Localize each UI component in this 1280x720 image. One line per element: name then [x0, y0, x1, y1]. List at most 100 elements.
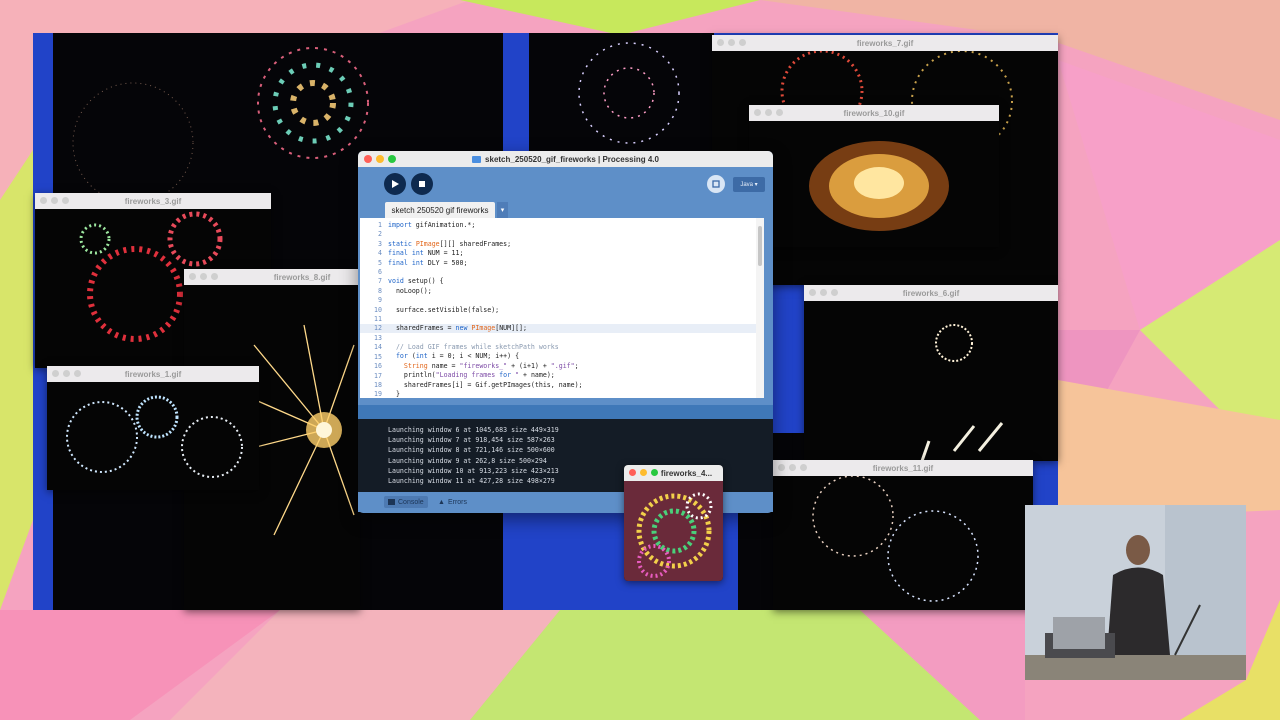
console-line: Launching window 8 at 721,146 size 500×6…	[388, 446, 555, 455]
window-controls[interactable]	[629, 469, 658, 476]
gif-content	[749, 121, 999, 247]
close-button[interactable]	[629, 469, 636, 476]
gif-window-fireworks-10[interactable]: fireworks_10.gif	[749, 105, 999, 247]
run-button[interactable]	[384, 173, 406, 195]
code-line[interactable]: for (int i = 0; i < NUM; i++) {	[388, 352, 583, 361]
code-line[interactable]: noLoop();	[388, 287, 583, 296]
line-number: 1	[378, 221, 382, 229]
code-line[interactable]	[388, 268, 583, 277]
window-titlebar[interactable]: fireworks_10.gif	[749, 105, 999, 121]
window-title: fireworks_1.gif	[124, 369, 182, 379]
window-controls[interactable]	[189, 273, 218, 280]
window-controls[interactable]	[809, 289, 838, 296]
close-button[interactable]	[364, 155, 372, 163]
line-number: 13	[374, 333, 382, 342]
line-number: 6	[378, 268, 382, 277]
desktop-window-panel	[529, 33, 714, 153]
window-titlebar[interactable]: fireworks_1.gif	[47, 366, 259, 382]
gif-window-fireworks-1[interactable]: fireworks_1.gif	[47, 366, 259, 490]
maximize-button[interactable]	[651, 469, 658, 476]
code-line[interactable]: surface.setVisible(false);	[388, 306, 583, 315]
mode-selector[interactable]: Java ▾	[733, 177, 765, 192]
code-line[interactable]: final int DLY = 500;	[388, 259, 583, 268]
gif-content	[47, 382, 259, 490]
window-titlebar[interactable]: fireworks_7.gif	[712, 35, 1058, 51]
line-number: 16	[374, 362, 382, 371]
gif-content	[804, 301, 1058, 461]
code-line[interactable]	[388, 296, 583, 305]
debug-button[interactable]	[707, 175, 725, 193]
errors-tab-label: Errors	[447, 498, 467, 506]
window-title: fireworks_7.gif	[856, 38, 914, 48]
code-line[interactable]: static PImage[][] sharedFrames;	[388, 240, 583, 249]
fireworks-image	[66, 395, 243, 478]
window-controls[interactable]	[52, 370, 81, 377]
chevron-down-icon: ▾	[500, 207, 505, 214]
fireworks-image	[624, 481, 723, 581]
code-line[interactable]: String name = "fireworks_" + (i+1) + ".g…	[388, 362, 583, 371]
code-line[interactable]: sharedFrames[i] = Gif.getPImages(this, n…	[388, 381, 583, 390]
fireworks-image	[809, 141, 949, 231]
line-number: 10	[374, 305, 382, 314]
window-title: fireworks_8.gif	[273, 272, 331, 282]
line-number: 5	[378, 258, 382, 267]
gif-content	[773, 475, 1033, 610]
code-editor[interactable]: 1 2 3 4 5 6 7 8 9 10 11 12 13 14 15 16 17 18 19 import gif…	[360, 218, 756, 398]
window-title: fireworks_11.gif	[872, 463, 934, 473]
editor-console-divider[interactable]	[358, 405, 773, 419]
gif-content	[624, 481, 723, 581]
code-line[interactable]: import gifAnimation.*;	[388, 221, 583, 230]
window-titlebar[interactable]: fireworks_8.gif	[184, 269, 360, 285]
window-title: fireworks_4...	[660, 468, 713, 478]
window-controls[interactable]	[778, 464, 807, 471]
gif-window-fireworks-4[interactable]: fireworks_4...	[624, 465, 723, 581]
code-line[interactable]	[388, 230, 583, 239]
tab-menu-button[interactable]: ▾	[497, 202, 508, 218]
stop-button[interactable]	[411, 173, 433, 195]
code-line[interactable]: void setup() {	[388, 277, 583, 286]
code-line[interactable]: // Load GIF frames while sketchPath work…	[388, 343, 583, 352]
code-line[interactable]	[388, 334, 583, 343]
console-line: Launching window 10 at 913,223 size 423×…	[388, 466, 559, 475]
window-controls[interactable]	[364, 155, 396, 163]
line-numbers: 1 2 3 4 5 6 7 8 9 10 11 12 13 14 15 16 17 18 19	[360, 221, 382, 398]
gif-window-fireworks-11[interactable]: fireworks_11.gif	[773, 460, 1033, 610]
code-line[interactable]: println("Loading frames for " + name);	[388, 371, 583, 380]
code-line[interactable]: }	[388, 390, 583, 398]
window-controls[interactable]	[717, 39, 746, 46]
console-tab[interactable]: Console	[384, 496, 428, 508]
line-number: 19	[374, 390, 382, 398]
folder-icon	[472, 155, 482, 163]
fireworks-image	[578, 42, 680, 144]
window-title: fireworks_6.gif	[902, 288, 960, 298]
code-line[interactable]: sharedFrames = new PImage[NUM][];	[388, 324, 583, 333]
mode-selector-label: Java ▾	[740, 182, 758, 188]
minimize-button[interactable]	[376, 155, 384, 163]
code-line[interactable]	[388, 315, 583, 324]
console-tab-label: Console	[398, 498, 424, 506]
console-icon	[388, 499, 395, 505]
gif-window-fireworks-6[interactable]: fireworks_6.gif	[804, 285, 1058, 461]
window-titlebar[interactable]: fireworks_11.gif	[773, 460, 1033, 476]
errors-tab[interactable]: ▲ Errors	[434, 496, 471, 508]
code-text[interactable]: import gifAnimation.*; static PImage[][]…	[388, 221, 583, 398]
console-line: Launching window 6 at 1045,683 size 449×…	[388, 426, 559, 434]
minimize-button[interactable]	[640, 469, 647, 476]
window-titlebar[interactable]: fireworks_4...	[624, 465, 723, 481]
speaker-video	[1025, 505, 1246, 680]
window-titlebar[interactable]: fireworks_6.gif	[804, 285, 1058, 301]
scrollbar-thumb[interactable]	[758, 226, 762, 266]
code-line[interactable]: final int NUM = 11;	[388, 249, 583, 258]
ide-titlebar[interactable]: sketch_250520_gif_fireworks | Processing…	[358, 151, 773, 167]
console-line: Launching window 9 at 262,8 size 500×294	[388, 456, 547, 465]
window-titlebar[interactable]: fireworks_3.gif	[35, 193, 271, 209]
maximize-button[interactable]	[388, 155, 396, 163]
editor-scrollbar[interactable]	[756, 218, 764, 398]
window-controls[interactable]	[40, 197, 69, 204]
debug-icon	[712, 180, 720, 188]
ide-window-title: sketch_250520_gif_fireworks | Processing…	[485, 154, 659, 164]
window-controls[interactable]	[754, 109, 783, 116]
tab-sketch[interactable]: sketch 250520 gif fireworks	[385, 202, 495, 218]
line-number: 2	[378, 230, 382, 239]
tab-label: sketch 250520 gif fireworks	[391, 205, 489, 215]
